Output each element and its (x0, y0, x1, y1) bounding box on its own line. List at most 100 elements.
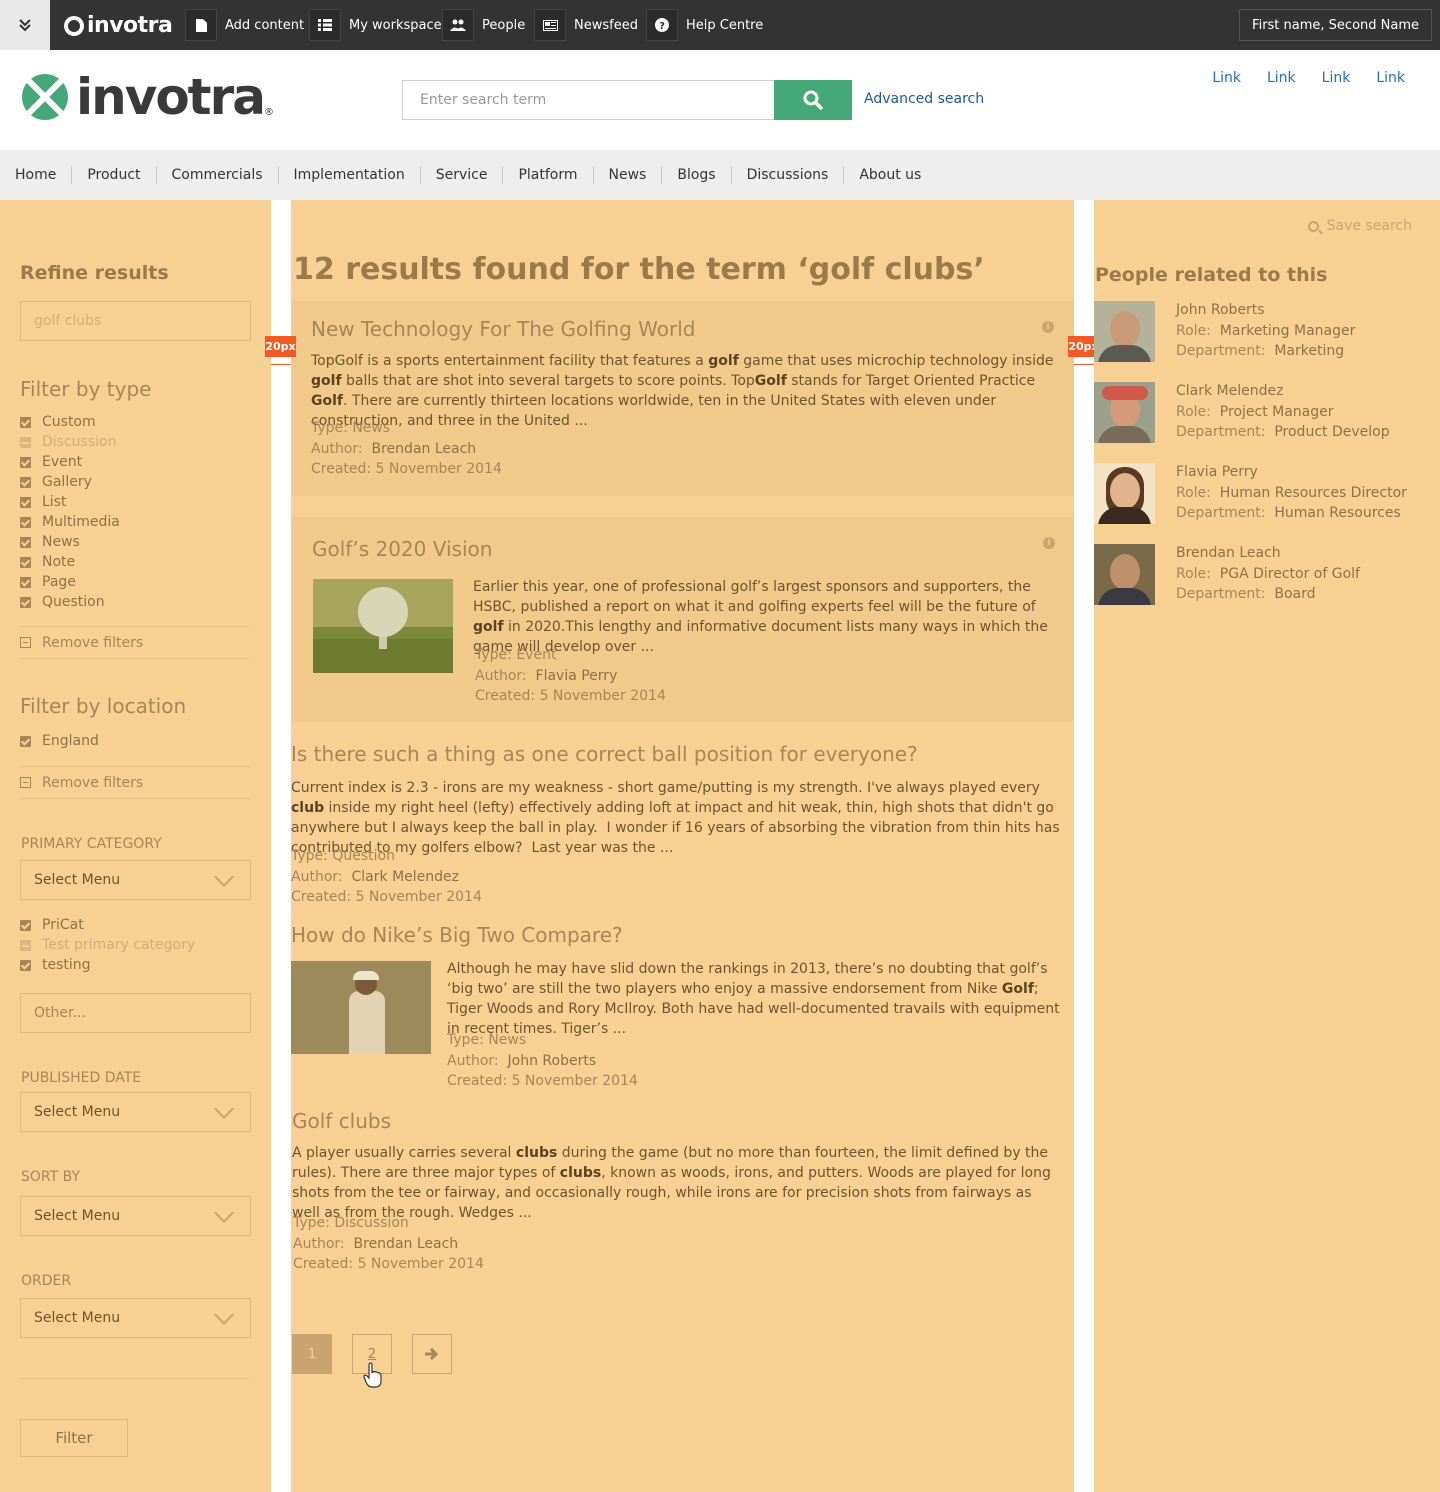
golfer-thumbnail[interactable] (291, 961, 431, 1054)
remove-location-filters-button[interactable]: Remove filters (20, 766, 251, 799)
spacing-marker-left-line (271, 364, 291, 365)
role-label: Role: (1176, 484, 1211, 501)
save-search-link[interactable]: Save search (1307, 218, 1412, 234)
info-icon[interactable]: i (1043, 537, 1055, 549)
type-checkbox-news[interactable]: News (20, 532, 120, 552)
result-title[interactable]: Golf’s 2020 Vision (312, 537, 492, 561)
person-card[interactable]: Flavia Perry Role: Human Resources Direc… (1094, 463, 1440, 525)
avatar[interactable] (1094, 463, 1155, 524)
result-author[interactable]: Brendan Leach (372, 441, 477, 457)
order-select[interactable]: Select Menu (20, 1298, 251, 1338)
result-title[interactable]: How do Nike’s Big Two Compare? (291, 923, 623, 947)
location-checkbox-england[interactable]: England (20, 731, 99, 751)
refine-search-input[interactable]: golf clubs (20, 301, 251, 341)
person-name[interactable]: John Roberts (1176, 300, 1355, 321)
golf-ball-thumbnail[interactable] (313, 579, 453, 673)
toolbar-logo[interactable]: invotra (64, 13, 173, 38)
add-content-button[interactable]: Add content (185, 0, 304, 50)
user-menu-button[interactable]: First name, Second Name (1239, 9, 1432, 41)
pagination-page-1[interactable]: 1 (292, 1334, 332, 1374)
result-title[interactable]: New Technology For The Golfing World (311, 317, 695, 341)
person-department: Human Resources (1274, 505, 1401, 521)
type-checkbox-question[interactable]: Question (20, 592, 120, 612)
nav-product[interactable]: Product (71, 166, 155, 184)
primary-category-select[interactable]: Select Menu (20, 860, 251, 900)
nav-platform[interactable]: Platform (502, 166, 592, 184)
nav-blogs[interactable]: Blogs (661, 166, 730, 184)
advanced-search-link[interactable]: Advanced search (864, 91, 984, 107)
logo-wordmark: invotra (76, 68, 266, 126)
nav-implementation[interactable]: Implementation (277, 166, 420, 184)
avatar[interactable] (1094, 301, 1155, 362)
person-card[interactable]: John Roberts Role: Marketing Manager Dep… (1094, 301, 1440, 363)
person-name[interactable]: Flavia Perry (1176, 462, 1407, 483)
sort-by-select[interactable]: Select Menu (20, 1196, 251, 1236)
help-centre-button[interactable]: ? Help Centre (646, 0, 763, 50)
my-workspace-button[interactable]: My workspace (309, 0, 442, 50)
nav-discussions[interactable]: Discussions (730, 166, 844, 184)
svg-text:?: ? (659, 21, 665, 32)
author-label: Author: (293, 1235, 345, 1252)
header-link-3[interactable]: Link (1322, 70, 1351, 86)
toolbar-toggle-button[interactable] (0, 0, 50, 50)
other-category-input[interactable]: Other... (20, 993, 251, 1033)
result-author[interactable]: Brendan Leach (354, 1236, 459, 1252)
type-checkbox-multimedia[interactable]: Multimedia (20, 512, 120, 532)
type-checkbox-page[interactable]: Page (20, 572, 120, 592)
nav-home[interactable]: Home (0, 166, 71, 184)
pagination-next-button[interactable] (412, 1334, 452, 1374)
newsfeed-button[interactable]: Newsfeed (534, 0, 638, 50)
person-name[interactable]: Brendan Leach (1176, 543, 1360, 564)
header-link-2[interactable]: Link (1267, 70, 1296, 86)
remove-type-filters-button[interactable]: Remove filters (20, 626, 251, 659)
nav-about-us[interactable]: About us (843, 166, 936, 184)
result-card[interactable]: Golf’s 2020 Vision i Earlier this year, … (291, 517, 1074, 722)
type-label: Type: (475, 647, 512, 663)
site-logo[interactable]: invotra ® (22, 72, 274, 122)
header-link-1[interactable]: Link (1212, 70, 1241, 86)
person-card[interactable]: Brendan Leach Role: PGA Director of Golf… (1094, 544, 1440, 606)
result-type: News (352, 420, 391, 436)
result-card[interactable]: New Technology For The Golfing World i T… (291, 301, 1074, 496)
filter-button[interactable]: Filter (20, 1419, 128, 1457)
result-author[interactable]: Clark Melendez (352, 869, 459, 885)
type-checkbox-list[interactable]: List (20, 492, 120, 512)
result-author[interactable]: Flavia Perry (536, 668, 618, 684)
type-checkbox-gallery[interactable]: Gallery (20, 472, 120, 492)
info-icon[interactable]: i (1042, 321, 1054, 333)
type-checkbox-note[interactable]: Note (20, 552, 120, 572)
person-card[interactable]: Clark Melendez Role: Project Manager Dep… (1094, 382, 1440, 444)
nav-news[interactable]: News (592, 166, 662, 184)
result-excerpt: Although he may have slid down the ranki… (447, 961, 1060, 1037)
people-button[interactable]: People (442, 0, 525, 50)
checkbox-checked-icon (20, 496, 31, 508)
invotra-mark-icon (64, 15, 84, 36)
header-link-4[interactable]: Link (1376, 70, 1405, 86)
nav-commercials[interactable]: Commercials (155, 166, 278, 184)
category-checkbox-pricat[interactable]: PriCat (20, 915, 195, 935)
checkbox-checked-icon (20, 919, 31, 931)
person-name[interactable]: Clark Melendez (1176, 381, 1390, 402)
avatar[interactable] (1094, 544, 1155, 605)
category-checkbox-test-primary[interactable]: Test primary category (20, 935, 195, 955)
result-title[interactable]: Is there such a thing as one correct bal… (291, 742, 918, 766)
filter-by-location-heading: Filter by location (20, 694, 187, 718)
published-date-select[interactable]: Select Menu (20, 1092, 251, 1132)
search-button[interactable] (774, 80, 852, 120)
type-checkbox-discussion[interactable]: Discussion (20, 432, 120, 452)
search-input[interactable]: Enter search term (402, 80, 775, 120)
help-centre-label: Help Centre (686, 17, 764, 33)
avatar[interactable] (1094, 382, 1155, 443)
type-label: Type: (311, 420, 348, 436)
select-value: Select Menu (34, 872, 121, 888)
nav-service[interactable]: Service (419, 166, 503, 184)
category-checkbox-testing[interactable]: testing (20, 955, 195, 975)
chevron-down-icon (214, 1305, 234, 1325)
people-label: People (482, 17, 526, 33)
result-title[interactable]: Golf clubs (292, 1109, 391, 1133)
checkbox-indeterminate-icon (20, 939, 31, 951)
type-checkbox-custom[interactable]: Custom (20, 412, 120, 432)
minus-square-icon (20, 777, 31, 788)
type-checkbox-event[interactable]: Event (20, 452, 120, 472)
result-author[interactable]: John Roberts (508, 1053, 597, 1069)
